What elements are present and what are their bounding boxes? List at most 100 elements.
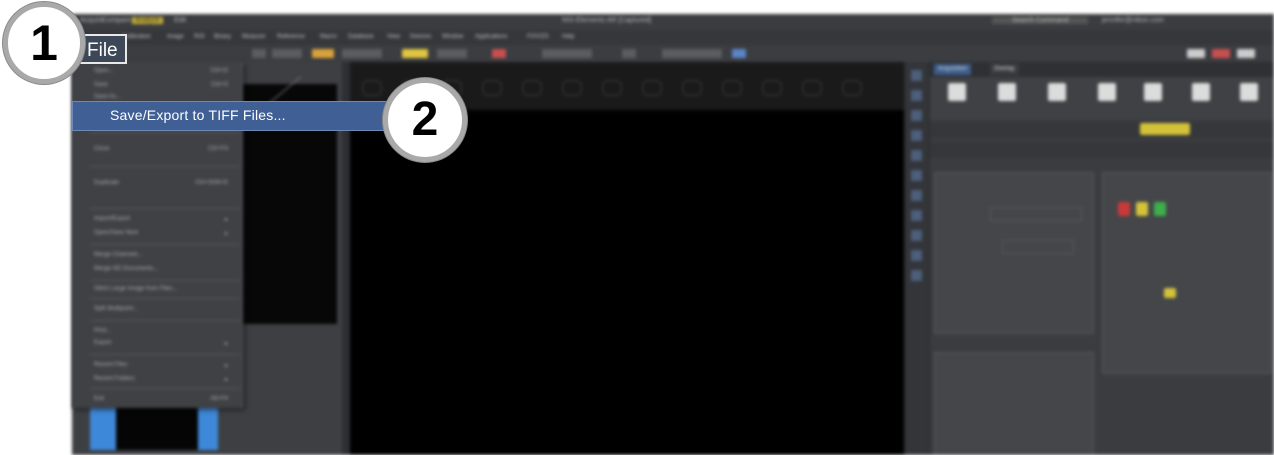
menu-item-export[interactable]: Export ▸ (72, 336, 242, 352)
channel-list (934, 352, 1094, 455)
chain-icon (682, 80, 702, 96)
screenshot: Acquire Compare Analyze Edit NIS-Element… (0, 0, 1274, 455)
account-label: jennifer@nikon.com (1102, 17, 1164, 24)
chain-icon (562, 80, 582, 96)
app-window: Acquire Compare Analyze Edit NIS-Element… (72, 14, 1274, 455)
menu-item-split[interactable]: Split Multipoint... (72, 302, 242, 318)
toolbar-dropdown[interactable] (342, 49, 382, 58)
tool-icon[interactable] (911, 70, 922, 81)
title-tab-2[interactable]: Analyze (132, 17, 163, 24)
chain-icon (522, 80, 542, 96)
title-bar: Acquire Compare Analyze Edit NIS-Element… (72, 14, 1274, 30)
tool-icon[interactable] (911, 230, 922, 241)
tool-icon[interactable] (911, 270, 922, 281)
toolbar-color-icon[interactable] (312, 49, 334, 58)
tool-icon[interactable] (911, 130, 922, 141)
menu-fov[interactable]: FOV/ZS (527, 34, 549, 40)
acquisition-toolbar (930, 77, 1274, 119)
save-as-icon[interactable] (1192, 83, 1210, 101)
menu-applications[interactable]: Applications (475, 34, 507, 40)
toolbar-layout-icon[interactable] (1237, 49, 1255, 58)
toolbar-dropdown[interactable] (437, 49, 467, 58)
filter-red[interactable] (1118, 202, 1130, 216)
menu-binary[interactable]: Binary (214, 34, 231, 40)
toolbar-record-icon[interactable] (492, 49, 506, 58)
menu-separator (90, 208, 240, 209)
menu-database[interactable]: Database (348, 34, 374, 40)
chain-icon (362, 80, 382, 96)
menu-item-duplicate[interactable]: Duplicate Ctrl+Shift+D (72, 176, 242, 192)
toolbar-dropdown[interactable] (542, 49, 592, 58)
menu-reference[interactable]: Reference (277, 34, 305, 40)
toolbar-dropdown[interactable] (662, 49, 722, 58)
tab-overlay[interactable]: Overlay (990, 64, 1019, 75)
tool-icon[interactable] (911, 150, 922, 161)
toolbar-layout-icon[interactable] (1212, 49, 1230, 58)
menu-separator (90, 354, 240, 355)
setting-highlight[interactable] (1140, 123, 1190, 135)
menu-separator (90, 280, 240, 281)
title-tab-3[interactable]: Edit (174, 17, 186, 24)
image-viewer[interactable] (350, 110, 904, 455)
chain-icon (722, 80, 742, 96)
menu-help[interactable]: Help (562, 34, 574, 40)
capture-icon[interactable] (998, 83, 1016, 101)
filter-yellow[interactable] (1136, 202, 1148, 216)
menu-devices[interactable]: Devices (410, 34, 431, 40)
live-icon[interactable] (948, 83, 966, 101)
panel-tabs: Acquisition Overlay (930, 62, 1274, 77)
menu-separator (90, 298, 240, 299)
tool-icon[interactable] (911, 170, 922, 181)
settings-row (930, 122, 1274, 138)
chain-icon (802, 80, 822, 96)
open-icon[interactable] (1240, 83, 1258, 101)
resolution-select[interactable] (990, 207, 1082, 221)
thumbnail-image (116, 402, 198, 450)
settings-row (930, 142, 1274, 158)
toolbar-tool-icon[interactable] (622, 49, 636, 58)
tool-icon[interactable] (911, 250, 922, 261)
toolbar-tool-icon[interactable] (252, 49, 266, 58)
acquisition-panel: Acquisition Overlay (930, 62, 1274, 455)
filter-green[interactable] (1154, 202, 1166, 216)
menu-item-merge-nd[interactable]: Merge ND Documents... (72, 262, 242, 278)
menu-image[interactable]: Image (167, 34, 184, 40)
tab-acquisition[interactable]: Acquisition (934, 64, 972, 75)
save-export-tiff-label: Save/Export to TIFF Files... (110, 107, 286, 123)
chain-icon (842, 80, 862, 96)
nd-acquire-icon[interactable] (1048, 83, 1066, 101)
toolbar (72, 45, 1274, 62)
menu-measure[interactable]: Measure (242, 34, 265, 40)
toolbar-dropdown[interactable] (272, 49, 302, 58)
exposure-select[interactable] (1002, 240, 1074, 254)
tool-icon[interactable] (911, 210, 922, 221)
window-title: NIS-Elements AR [Captured] (562, 17, 652, 24)
menu-window[interactable]: Window (442, 34, 463, 40)
title-tab-1[interactable]: Compare (102, 17, 131, 24)
chain-icon (642, 80, 662, 96)
menu-bar: Calibration Image ROI Binary Measure Ref… (72, 30, 1274, 45)
vertical-toolbar (906, 62, 928, 455)
chain-icon (602, 80, 622, 96)
toolbar-layout-icon[interactable] (1187, 49, 1205, 58)
menu-item-close[interactable]: Close Ctrl+F4 (72, 142, 242, 158)
tool-icon[interactable] (911, 110, 922, 121)
menu-item-exit[interactable]: Exit Alt+F4 (72, 392, 242, 408)
toggle-yellow[interactable] (1164, 288, 1176, 298)
menu-item-recent-folders[interactable]: Recent Folders ▸ (72, 372, 242, 388)
menu-item-stitch[interactable]: Stitch Large Image from Files... (72, 282, 242, 298)
menu-item-open-save-next[interactable]: Open/Save Next ▸ (72, 226, 242, 242)
menu-separator (90, 166, 240, 167)
menu-view[interactable]: View (387, 34, 400, 40)
toolbar-tool-icon[interactable] (732, 49, 746, 58)
title-tab-0[interactable]: Acquire (80, 17, 104, 24)
tool-icon[interactable] (911, 190, 922, 201)
large-image-icon[interactable] (1098, 83, 1116, 101)
tool-icon[interactable] (911, 90, 922, 101)
save-icon[interactable] (1144, 83, 1162, 101)
chain-icon (482, 80, 502, 96)
toolbar-highlight-icon[interactable] (402, 49, 428, 58)
search-command[interactable]: Search Command (992, 17, 1089, 24)
menu-macro[interactable]: Macro (320, 34, 337, 40)
menu-roi[interactable]: ROI (194, 34, 205, 40)
